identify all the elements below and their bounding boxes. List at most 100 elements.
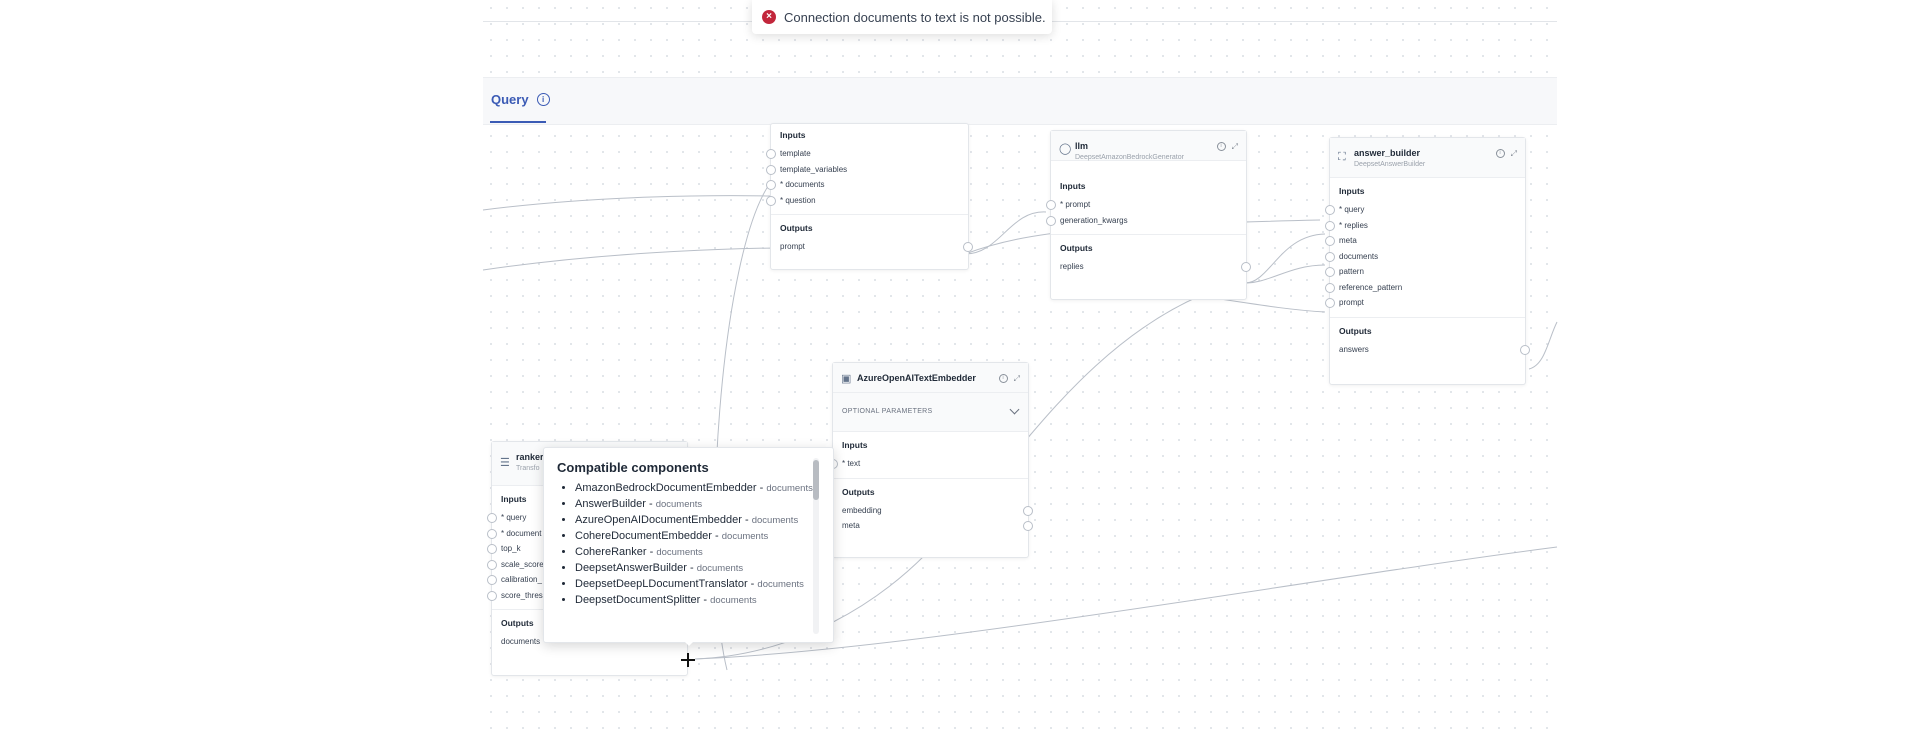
list-item[interactable]: DeepsetAnswerBuilder - documents (575, 562, 825, 575)
port-label: template_variables (780, 164, 848, 174)
tabs-bar: Query i (483, 77, 1557, 125)
node-type: DeepsetAnswerBuilder (1354, 161, 1426, 168)
port-label: reference_pattern (1339, 282, 1403, 292)
outputs-title: Outputs (1060, 243, 1093, 253)
port-label: scale_score (501, 559, 544, 569)
output-port: answers (1339, 342, 1530, 358)
port-label: embedding (842, 505, 882, 515)
input-port: generation_kwargs (1046, 213, 1237, 229)
optional-parameters-toggle[interactable]: OPTIONAL PARAMETERS (833, 393, 1028, 432)
expand-icon[interactable]: ⤢ (1232, 142, 1238, 152)
chevron-down-icon (1009, 404, 1020, 415)
input-port: prompt (1325, 295, 1516, 311)
input-handle[interactable] (487, 513, 497, 523)
output-handle[interactable] (963, 242, 973, 252)
info-icon[interactable]: i (1495, 149, 1505, 158)
compatible-components-popover[interactable]: Compatible components AmazonBedrockDocum… (543, 447, 834, 643)
prompt-builder-node[interactable]: Inputs template template_variables * doc… (766, 123, 973, 270)
expand-icon[interactable]: ⤢ (1511, 149, 1517, 159)
port-label: prompt (1339, 298, 1364, 307)
frame-icon: ⛶ (1338, 151, 1346, 163)
embedder-node[interactable]: ▣ AzureOpenAITextEmbedder i ⤢ OPTIONAL PA… (828, 362, 1033, 558)
popover-title: Compatible components (557, 460, 709, 475)
port-label: * text (842, 459, 861, 468)
output-handle[interactable] (1023, 505, 1033, 516)
input-handle[interactable] (487, 590, 497, 601)
scrollbar-thumb[interactable] (813, 460, 819, 500)
tab-active-indicator (490, 121, 546, 123)
toast-message: Connection documents to text is not poss… (784, 9, 1046, 25)
input-port: * text (828, 456, 1019, 472)
input-handle[interactable] (487, 575, 497, 585)
port-label: meta (842, 521, 860, 530)
tab-query[interactable]: Query i (491, 92, 550, 107)
port-label: generation_kwargs (1060, 215, 1128, 225)
output-handle[interactable] (1520, 344, 1530, 355)
input-handle[interactable] (766, 195, 776, 206)
port-label: calibration_ (501, 575, 542, 584)
input-handle[interactable] (766, 180, 776, 190)
port-label: replies (1060, 262, 1084, 271)
error-toast: × Connection documents to text is not po… (752, 0, 1052, 34)
output-handle[interactable] (1241, 262, 1251, 272)
info-icon[interactable]: i (536, 93, 550, 106)
inputs-title: Inputs (780, 130, 806, 140)
error-icon: × (762, 10, 776, 24)
input-handle[interactable] (766, 149, 776, 159)
input-handle[interactable] (1325, 267, 1335, 277)
embedder-icon: ▣ (841, 373, 852, 385)
input-handle[interactable] (1325, 205, 1335, 215)
port-label: * document (501, 528, 542, 538)
answer-builder-node[interactable]: ⛶ answer_builder DeepsetAnswerBuilder i ⤢… (1325, 137, 1530, 385)
input-handle[interactable] (1325, 298, 1335, 308)
outputs-title: Outputs (1339, 325, 1372, 336)
tab-query-label: Query (491, 92, 529, 107)
input-handle[interactable] (766, 164, 776, 175)
port-label: * question (780, 195, 816, 205)
llm-node[interactable]: ◯ llm DeepsetAmazonBedrockGenerator i ⤢ I… (1046, 130, 1251, 300)
list-item[interactable]: DeepsetDocumentSplitter - documents (575, 594, 825, 607)
input-port: * question (766, 193, 959, 209)
list-item[interactable]: AnswerBuilder - documents (575, 498, 825, 511)
input-handle[interactable] (1046, 215, 1056, 226)
input-handle[interactable] (487, 544, 497, 554)
list-item[interactable]: CohereDocumentEmbedder - documents (575, 530, 825, 543)
outputs-title: Outputs (780, 223, 813, 233)
crosshair-cursor-icon (681, 653, 695, 667)
input-handle[interactable] (487, 559, 497, 570)
optional-parameters-label: OPTIONAL PARAMETERS (842, 408, 933, 415)
output-handle[interactable] (1023, 521, 1033, 531)
output-port: embedding (842, 503, 1033, 519)
port-label: pattern (1339, 267, 1364, 276)
info-icon[interactable]: i (1216, 142, 1226, 151)
outputs-title: Outputs (842, 486, 875, 497)
input-handle[interactable] (1325, 236, 1335, 246)
list-item[interactable]: DeepsetDeepLDocumentTranslator - documen… (575, 578, 825, 591)
output-port: replies (1060, 259, 1251, 275)
input-handle[interactable] (1325, 251, 1335, 262)
port-label: documents (501, 637, 541, 646)
input-handle[interactable] (1325, 220, 1335, 231)
input-port: reference_pattern (1325, 280, 1516, 296)
port-label: meta (1339, 236, 1357, 245)
info-icon[interactable]: i (998, 374, 1008, 383)
expand-icon[interactable]: ⤢ (1014, 374, 1020, 384)
input-handle[interactable] (487, 528, 497, 539)
port-label: * documents (780, 180, 825, 189)
input-port: pattern (1325, 264, 1516, 280)
input-port: * query (1325, 202, 1516, 218)
inputs-title: Inputs (842, 440, 868, 450)
input-handle[interactable] (1325, 282, 1335, 293)
input-port: * prompt (1046, 197, 1237, 213)
output-port: prompt (780, 239, 973, 255)
lightbulb-icon: ◯ (1059, 143, 1072, 155)
node-name: llm (1075, 141, 1089, 151)
list-item[interactable]: AzureOpenAIDocumentEmbedder - documents (575, 514, 825, 527)
port-label: top_k (501, 544, 521, 553)
popover-arrow (683, 640, 695, 646)
node-name: answer_builder (1354, 148, 1421, 158)
inputs-title: Inputs (1339, 186, 1365, 196)
list-item[interactable]: AmazonBedrockDocumentEmbedder - document… (575, 482, 825, 495)
input-handle[interactable] (1046, 200, 1056, 210)
list-item[interactable]: CohereRanker - documents (575, 546, 825, 559)
